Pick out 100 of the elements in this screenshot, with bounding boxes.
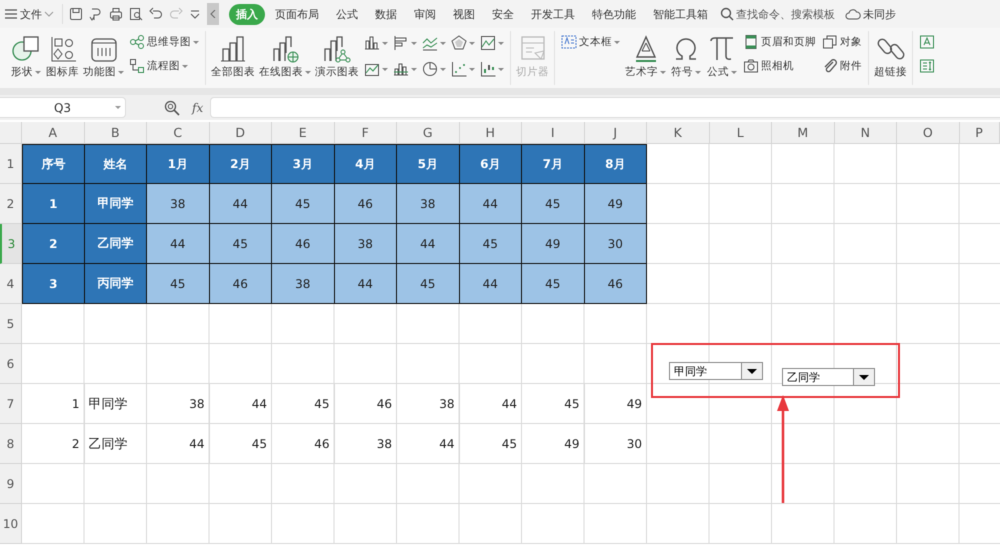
ribbon-button[interactable]: 形状 <box>9 30 43 82</box>
print-icon[interactable] <box>109 7 123 21</box>
ribbon-tab[interactable]: 页面布局 <box>268 4 326 24</box>
ribbon-button[interactable]: 思维导图 <box>128 32 200 52</box>
ribbon-button[interactable]: 对象 <box>821 32 863 52</box>
ribbon-tab[interactable]: 公式 <box>329 4 365 24</box>
function-label[interactable]: fx <box>192 100 204 114</box>
row-header[interactable]: 4 <box>0 264 22 304</box>
ribbon-button[interactable]: 附件 <box>821 56 863 76</box>
sync-status[interactable]: 未同步 <box>845 6 896 22</box>
column-header[interactable]: K <box>647 122 710 144</box>
ribbon-tab[interactable]: 特色功能 <box>585 4 643 24</box>
ribbon-tab[interactable]: 数据 <box>368 4 404 24</box>
column-header[interactable]: H <box>460 122 522 144</box>
ribbon-button[interactable]: 功能图 <box>82 30 125 82</box>
row-header[interactable]: 2 <box>0 184 22 224</box>
table-cell: 丙同学 <box>84 264 147 304</box>
column-header[interactable]: L <box>710 122 772 144</box>
column-header[interactable]: B <box>84 122 147 144</box>
column-header[interactable]: D <box>210 122 272 144</box>
row-header[interactable]: 10 <box>0 504 22 544</box>
name-box[interactable]: Q3 <box>0 97 126 118</box>
chart-type-button[interactable] <box>450 60 476 78</box>
row-header[interactable]: 9 <box>0 464 22 504</box>
zoom-icon[interactable] <box>164 100 180 116</box>
ribbon-button[interactable]: 照相机 <box>742 56 817 76</box>
table-cell: 30 <box>584 224 647 264</box>
collapse-button[interactable] <box>207 3 219 25</box>
table-header-cell: 3月 <box>272 144 334 184</box>
ribbon-tab[interactable]: 安全 <box>485 4 521 24</box>
column-header[interactable]: G <box>397 122 460 144</box>
combo-box[interactable]: 甲同学 <box>669 362 763 380</box>
ribbon-button[interactable]: 图标库 <box>45 30 80 82</box>
chart-type-button[interactable] <box>479 34 505 52</box>
ribbon-tab[interactable]: 视图 <box>446 4 482 24</box>
flowchart-icon <box>129 58 145 74</box>
pentagon-chart-icon <box>451 35 467 51</box>
chart-type-button[interactable] <box>421 60 447 78</box>
column-header[interactable]: E <box>272 122 334 144</box>
caret-icon <box>469 68 475 70</box>
column-header[interactable]: N <box>834 122 897 144</box>
combo-box[interactable]: 乙同学 <box>782 368 875 386</box>
chart-type-button[interactable] <box>479 60 505 78</box>
caret-icon <box>498 68 504 70</box>
row-header[interactable]: 1 <box>0 144 22 184</box>
export-icon[interactable] <box>89 7 103 21</box>
table-cell: 44 <box>147 224 210 264</box>
ribbon-button[interactable]: 页眉和页脚 <box>742 32 817 52</box>
column-header[interactable]: J <box>584 122 647 144</box>
dropdown-icon[interactable] <box>189 8 201 20</box>
table-cell: 1 <box>22 384 84 424</box>
chart-type-button[interactable] <box>450 34 476 52</box>
search-icon <box>720 7 734 21</box>
caret-icon <box>440 42 446 44</box>
ribbon-button[interactable]: 公式 <box>705 30 739 82</box>
command-search[interactable]: 查找命令、搜索模板 <box>720 6 835 22</box>
ribbon-button[interactable]: 符号 <box>669 30 703 82</box>
column-header[interactable]: F <box>334 122 397 144</box>
row-header[interactable]: 6 <box>0 344 22 384</box>
combo-chart-icon <box>393 61 409 77</box>
print-preview-icon[interactable] <box>129 7 143 21</box>
row-header[interactable]: 8 <box>0 424 22 464</box>
ribbon-button[interactable]: 超链接 <box>873 30 908 82</box>
file-menu[interactable]: 文件 <box>2 4 56 24</box>
undo-icon[interactable] <box>149 7 163 21</box>
column-header[interactable]: C <box>147 122 210 144</box>
ribbon-button[interactable]: 在线图表 <box>258 30 312 82</box>
column-header[interactable]: P <box>960 122 1000 144</box>
ribbon-button[interactable]: 全部图表 <box>210 30 256 82</box>
caret-icon <box>469 42 475 44</box>
table-cell: 45 <box>522 184 584 224</box>
column-header[interactable]: I <box>522 122 584 144</box>
column-header[interactable]: A <box>22 122 84 144</box>
save-icon[interactable] <box>69 7 83 21</box>
column-header[interactable]: O <box>897 122 960 144</box>
line-chart-icon <box>422 35 438 51</box>
table-cell: 44 <box>460 264 522 304</box>
ribbon-button[interactable]: 演示图表 <box>314 30 360 82</box>
table-cell: 46 <box>210 264 272 304</box>
formula-input[interactable] <box>210 97 1000 118</box>
table-header-cell: 姓名 <box>84 144 147 184</box>
row-header[interactable]: 7 <box>0 384 22 424</box>
ribbon-tab[interactable]: 开发工具 <box>524 4 582 24</box>
ribbon-tab[interactable]: 审阅 <box>407 4 443 24</box>
ribbon-button[interactable]: 流程图 <box>128 56 200 76</box>
column-header[interactable]: M <box>772 122 834 144</box>
table-cell: 2 <box>22 224 84 264</box>
ribbon-button[interactable]: 艺术字 <box>624 30 667 82</box>
ribbon-tab[interactable]: 智能工具箱 <box>646 4 715 24</box>
ribbon-button[interactable]: 文本框 <box>560 32 621 52</box>
caret-icon <box>411 42 417 44</box>
table-cell: 44 <box>460 384 522 424</box>
table-cell: 乙同学 <box>84 224 147 264</box>
chart-type-button[interactable] <box>392 34 418 52</box>
table-cell: 30 <box>584 424 647 464</box>
table-cell: 1 <box>22 184 84 224</box>
object-icon <box>822 34 838 50</box>
chart-type-button[interactable] <box>363 34 389 52</box>
row-header[interactable]: 5 <box>0 304 22 344</box>
table-cell: 乙同学 <box>84 424 147 464</box>
